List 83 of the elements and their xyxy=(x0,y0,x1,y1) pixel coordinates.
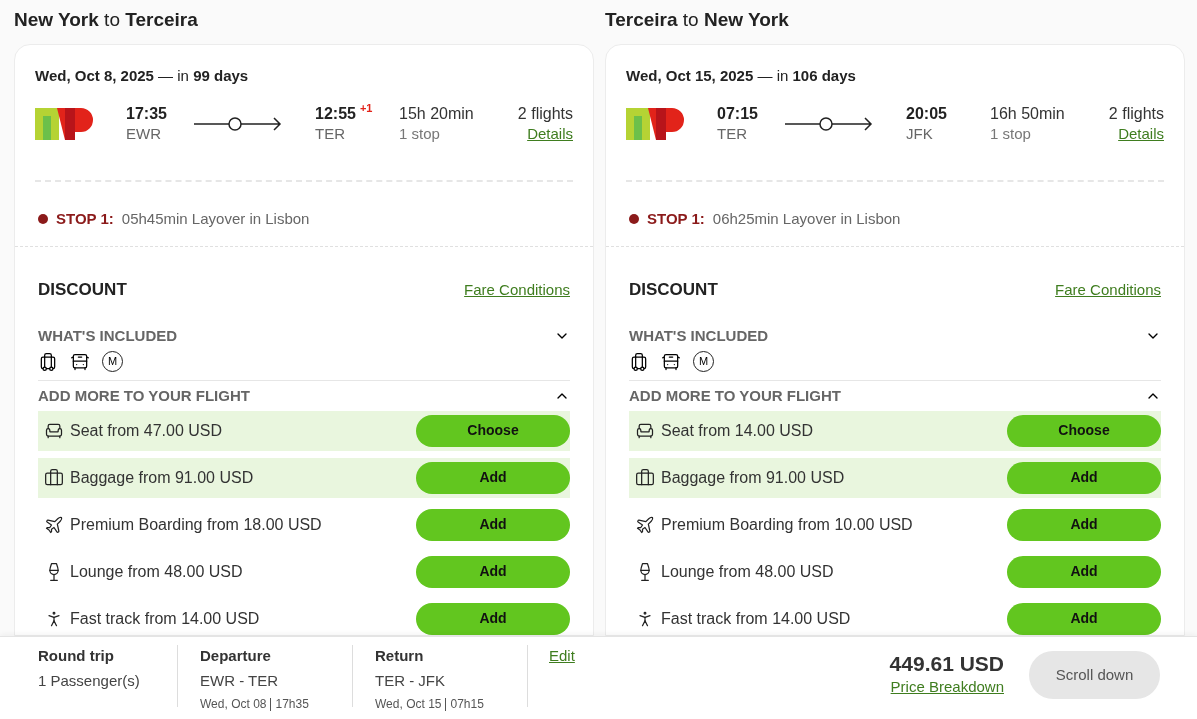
fare-conditions-link[interactable]: Fare Conditions xyxy=(1055,278,1161,301)
addon-label: Baggage from 91.00 USD xyxy=(661,467,846,488)
add-button[interactable]: Add xyxy=(1007,461,1161,494)
total-price: 449.61 USD xyxy=(889,652,1004,676)
leg-time: 17h35 xyxy=(275,696,309,713)
addon-label: Premium Boarding from 10.00 USD xyxy=(661,514,914,535)
duration: 15h 20min xyxy=(399,103,475,124)
logo-icon xyxy=(35,107,93,140)
details-link[interactable]: Details xyxy=(1118,123,1164,144)
fare-conditions-link[interactable]: Fare Conditions xyxy=(464,278,570,301)
add-button[interactable]: Add xyxy=(416,555,570,588)
add-button[interactable]: Add xyxy=(1007,555,1161,588)
add-button[interactable]: Add xyxy=(416,508,570,541)
leg-title: Departure xyxy=(200,646,272,666)
route-heading: Terceira to New York xyxy=(605,7,790,32)
included-header[interactable]: WHAT'S INCLUDED xyxy=(38,324,570,347)
layover-text: 05h45min Layover in Lisbon xyxy=(121,208,310,229)
fare-name: DISCOUNT xyxy=(38,279,127,301)
departure-code: TER xyxy=(717,123,748,144)
addon-label: Baggage from 91.00 USD xyxy=(70,467,255,488)
addon-label: Lounge from 48.00 USD xyxy=(661,561,835,582)
addon-label: Seat from 14.00 USD xyxy=(661,420,815,441)
arrival-time: 20:05 xyxy=(906,103,947,124)
addon-label: Fast track from 14.00 USD xyxy=(661,608,852,629)
leg-time: 07h15 xyxy=(450,696,484,713)
stop-label: STOP 1: xyxy=(647,208,705,229)
add-button[interactable]: Add xyxy=(1007,602,1161,635)
addon-row[interactable]: Seat from 14.00 USD Choose xyxy=(629,410,1161,451)
route-heading: New York to Terceira xyxy=(14,7,199,32)
arrival-code: TER xyxy=(315,123,346,144)
add-button[interactable]: Add xyxy=(416,461,570,494)
route-arrow-icon xyxy=(194,116,282,131)
day-offset: +1 xyxy=(359,100,373,116)
departure-time: 07:15 xyxy=(717,103,759,124)
addon-label: Fast track from 14.00 USD xyxy=(70,608,261,629)
stop-label: STOP 1: xyxy=(56,208,114,229)
addon-label: Seat from 47.00 USD xyxy=(70,420,224,441)
arrival-code: JFK xyxy=(906,123,934,144)
suitcase-icon xyxy=(635,467,655,488)
included-header[interactable]: WHAT'S INCLUDED xyxy=(629,324,1161,347)
addons-header[interactable]: ADD MORE TO YOUR FLIGHT xyxy=(38,385,570,408)
luggage-icon xyxy=(38,351,58,372)
leg-title: Return xyxy=(375,646,425,666)
plane-icon xyxy=(44,514,64,535)
departure-time: 17:35 xyxy=(126,103,168,124)
leg-date: Wed, Oct 08 xyxy=(200,696,267,713)
departure-code: EWR xyxy=(126,123,162,144)
bus-icon xyxy=(661,351,681,372)
passenger-count: 1 Passenger(s) xyxy=(38,670,141,691)
choose-button[interactable]: Choose xyxy=(1007,414,1161,447)
route-arrow-icon xyxy=(785,116,873,131)
addons-header[interactable]: ADD MORE TO YOUR FLIGHT xyxy=(629,385,1161,408)
fare-name: DISCOUNT xyxy=(629,279,718,301)
stop-count: 1 stop xyxy=(990,123,1032,144)
addon-row[interactable]: Seat from 47.00 USD Choose xyxy=(38,410,570,451)
leg-route: EWR - TER xyxy=(200,670,280,691)
scroll-down-button[interactable]: Scroll down xyxy=(1029,651,1160,699)
addon-label: Lounge from 48.00 USD xyxy=(70,561,244,582)
flight-date: Wed, Oct 15, 2025 — in 106 days xyxy=(626,66,857,86)
luggage-icon xyxy=(629,351,649,372)
plane-icon xyxy=(635,514,655,535)
arrival-time: 12:55 xyxy=(315,103,356,124)
duration: 16h 50min xyxy=(990,103,1066,124)
suitcase-icon xyxy=(44,467,64,488)
addon-label: Premium Boarding from 18.00 USD xyxy=(70,514,323,535)
choose-button[interactable]: Choose xyxy=(416,414,570,447)
layover-text: 06h25min Layover in Lisbon xyxy=(712,208,901,229)
addon-row[interactable]: Baggage from 91.00 USD Add xyxy=(38,457,570,498)
addon-row[interactable]: Baggage from 91.00 USD Add xyxy=(629,457,1161,498)
bus-icon xyxy=(70,351,90,372)
price-breakdown-link[interactable]: Price Breakdown xyxy=(890,676,1004,699)
trip-type: Round trip xyxy=(38,646,115,666)
leg-route: TER - JFK xyxy=(375,670,446,691)
edit-link[interactable]: Edit xyxy=(549,645,575,668)
flight-count: 2 flights xyxy=(517,103,573,124)
flight-count: 2 flights xyxy=(1108,103,1164,124)
flight-date: Wed, Oct 8, 2025 — in 99 days xyxy=(35,66,250,86)
add-button[interactable]: Add xyxy=(416,602,570,635)
add-button[interactable]: Add xyxy=(1007,508,1161,541)
stop-count: 1 stop xyxy=(399,123,441,144)
details-link[interactable]: Details xyxy=(527,123,573,144)
leg-date: Wed, Oct 15 xyxy=(375,696,442,713)
logo-icon xyxy=(626,107,684,140)
